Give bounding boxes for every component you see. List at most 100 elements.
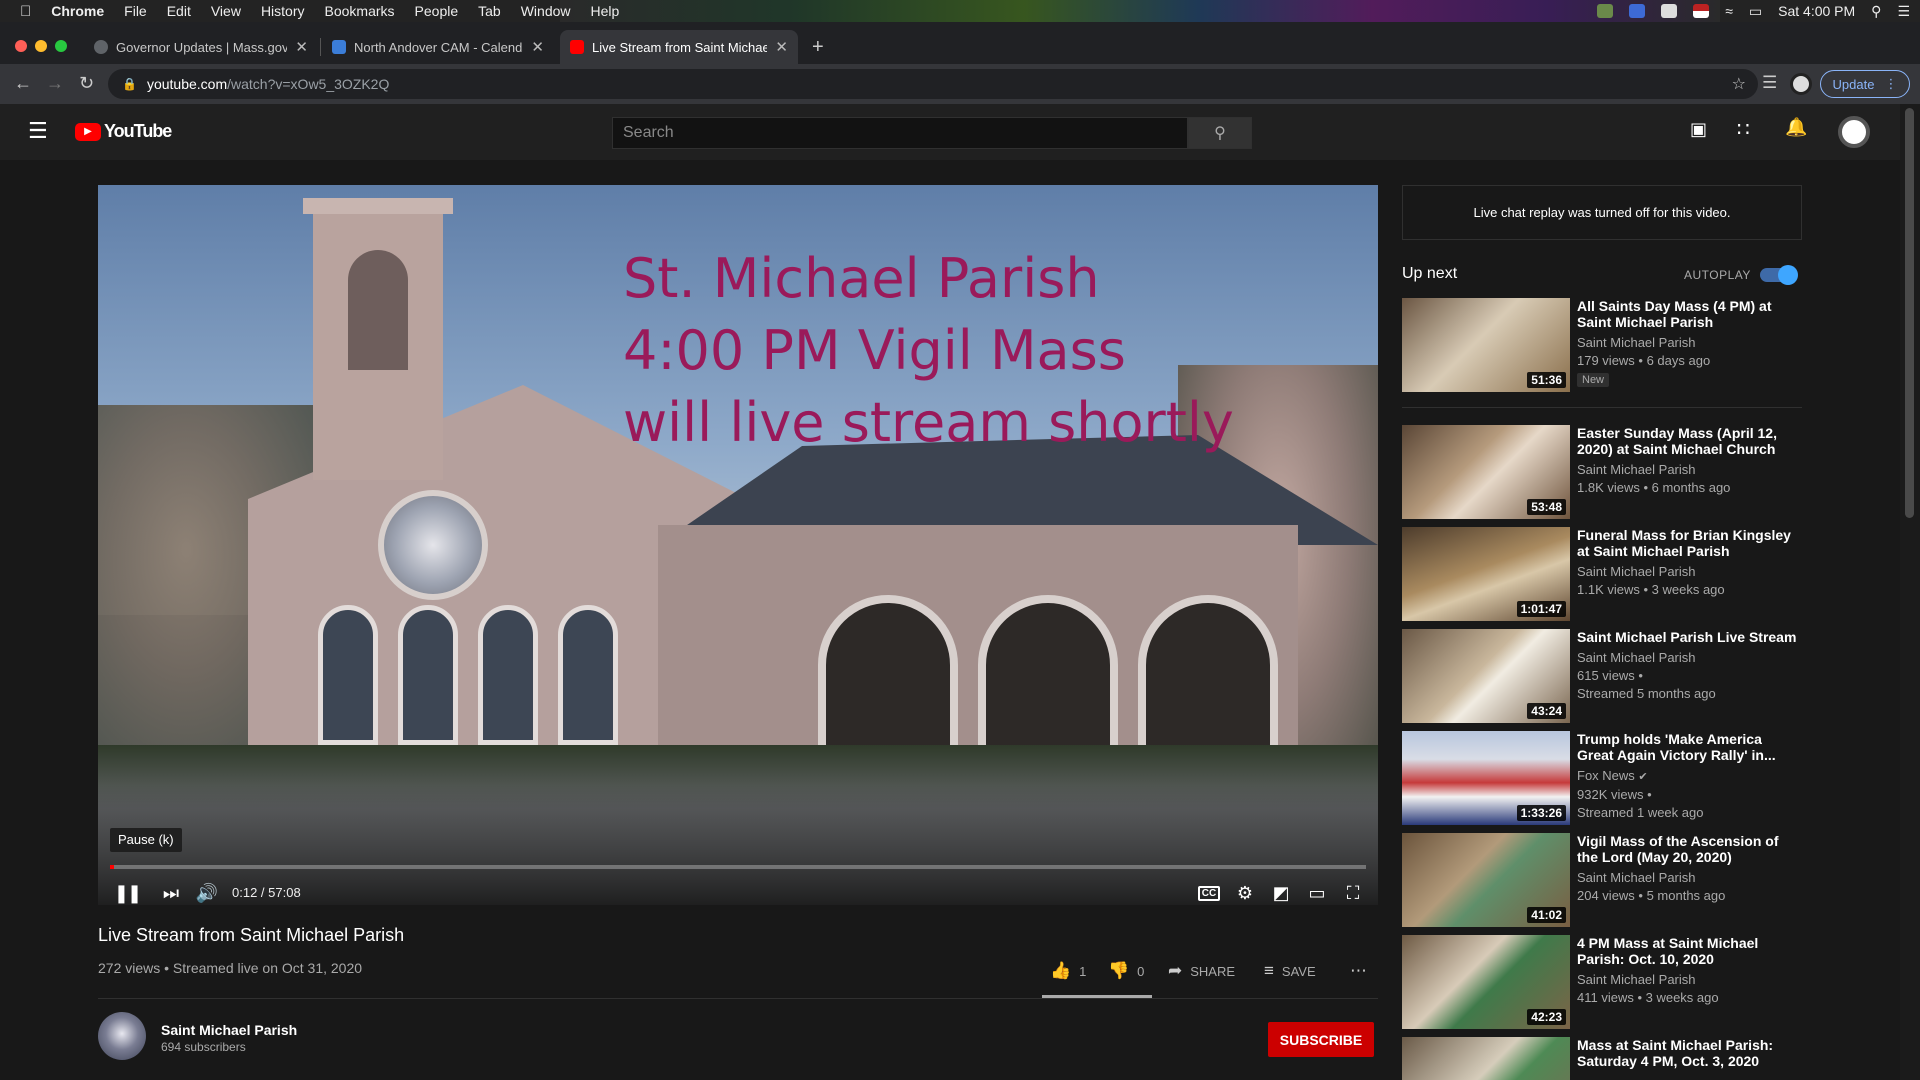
recommendation-title[interactable]: 4 PM Mass at Saint Michael Parish: Oct. … [1577, 935, 1799, 967]
menu-help[interactable]: Help [581, 3, 630, 19]
create-video-icon[interactable]: ▣ [1690, 119, 1707, 140]
tab-close-icon[interactable]: ✕ [531, 38, 544, 56]
recommendation-title[interactable]: Saint Michael Parish Live Stream [1577, 629, 1799, 645]
menu-edit[interactable]: Edit [157, 3, 201, 19]
share-button[interactable]: ➦ SHARE [1168, 960, 1235, 982]
progress-bar[interactable] [110, 865, 1366, 869]
tab-governor-updates[interactable]: Governor Updates | Mass.gov ✕ [84, 30, 318, 64]
recommendation-channel[interactable]: Saint Michael Parish [1577, 563, 1799, 581]
channel-avatar[interactable] [98, 1012, 146, 1060]
notifications-bell-icon[interactable]: 🔔 [1785, 117, 1807, 138]
window-zoom-button[interactable] [55, 40, 67, 52]
scrollbar-thumb[interactable] [1905, 108, 1914, 518]
lock-icon[interactable]: 🔒 [122, 77, 137, 91]
forward-arrow-icon[interactable]: → [46, 73, 64, 94]
spotlight-search-icon[interactable]: ⚲ [1871, 3, 1881, 20]
bookmark-star-icon[interactable]: ☆ [1732, 74, 1746, 94]
wifi-icon[interactable]: ≈ [1725, 3, 1733, 19]
recommendation-channel[interactable]: Saint Michael Parish [1577, 971, 1799, 989]
autoplay-toggle[interactable] [1760, 265, 1798, 285]
video-thumbnail[interactable]: 41:02 [1402, 833, 1570, 927]
recommendation-item[interactable]: 53:48 Easter Sunday Mass (April 12, 2020… [1402, 425, 1802, 521]
recommendation-channel[interactable]: Saint Michael Parish [1577, 334, 1799, 352]
tab-live-stream[interactable]: Live Stream from Saint Michae ✕ [560, 30, 798, 64]
status-zoom-icon[interactable] [1661, 4, 1678, 18]
status-chat-icon[interactable] [1629, 4, 1646, 18]
new-tab-plus-icon[interactable]: + [812, 36, 824, 59]
menu-people[interactable]: People [405, 3, 469, 19]
apps-grid-icon[interactable]: ∷ [1737, 117, 1750, 142]
recommendation-channel[interactable]: Saint Michael Parish [1577, 461, 1799, 479]
hamburger-menu-icon[interactable]: ☰ [28, 118, 48, 144]
pause-button[interactable]: ❚❚ [112, 878, 142, 905]
channel-name[interactable]: Saint Michael Parish [161, 1022, 297, 1038]
tab-close-icon[interactable]: ✕ [295, 38, 308, 56]
more-actions-button[interactable]: ⋯ [1350, 960, 1375, 982]
account-avatar[interactable] [1838, 116, 1870, 148]
recommendation-item[interactable]: 43:24 Saint Michael Parish Live Stream S… [1402, 629, 1802, 725]
profile-avatar[interactable] [1790, 73, 1812, 95]
recommendation-channel[interactable]: Fox News ✔ [1577, 767, 1799, 786]
video-thumbnail[interactable]: 1:33:26 [1402, 731, 1570, 825]
video-thumbnail[interactable]: 42:23 [1402, 935, 1570, 1029]
status-app-icon[interactable] [1597, 4, 1614, 18]
notification-center-icon[interactable]: ☰ [1897, 3, 1910, 20]
menu-bookmarks[interactable]: Bookmarks [315, 3, 405, 19]
update-button[interactable]: Update ⋮ [1820, 70, 1910, 98]
mute-button[interactable]: 🔊 [192, 878, 222, 905]
video-thumbnail[interactable]: 1:01:47 [1402, 527, 1570, 621]
overlay-line: will live stream shortly [623, 391, 1234, 454]
recommendation-channel[interactable]: Saint Michael Parish [1577, 869, 1799, 887]
settings-button[interactable]: ⚙ [1230, 878, 1260, 905]
like-button[interactable]: 👍 1 [1050, 960, 1086, 982]
menu-window[interactable]: Window [511, 3, 581, 19]
recommendation-item[interactable]: Mass at Saint Michael Parish: Saturday 4… [1402, 1037, 1802, 1080]
airplay-icon[interactable]: ▭ [1749, 3, 1762, 20]
recommendation-title[interactable]: Vigil Mass of the Ascension of the Lord … [1577, 833, 1799, 865]
recommendation-title[interactable]: Easter Sunday Mass (April 12, 2020) at S… [1577, 425, 1799, 457]
recommendation-item[interactable]: 42:23 4 PM Mass at Saint Michael Parish:… [1402, 935, 1802, 1031]
recommendation-item[interactable]: 1:01:47 Funeral Mass for Brian Kingsley … [1402, 527, 1802, 623]
video-player[interactable]: St. Michael Parish 4:00 PM Vigil Mass wi… [98, 185, 1378, 905]
video-thumbnail[interactable]: 53:48 [1402, 425, 1570, 519]
subscribe-button[interactable]: SUBSCRIBE [1268, 1022, 1374, 1057]
window-close-button[interactable] [15, 40, 27, 52]
address-bar[interactable]: 🔒 youtube.com/watch?v=xOw5_3OZK2Q ☆ [108, 69, 1758, 99]
search-input[interactable]: Search [612, 117, 1188, 149]
recommendation-item[interactable]: 1:33:26 Trump holds 'Make America Great … [1402, 731, 1802, 827]
menu-tab[interactable]: Tab [468, 3, 511, 19]
recommendation-title[interactable]: Mass at Saint Michael Parish: Saturday 4… [1577, 1037, 1799, 1069]
save-button[interactable]: ≡ SAVE [1264, 960, 1316, 982]
page-scrollbar[interactable] [1900, 104, 1920, 1080]
tab-close-icon[interactable]: ✕ [775, 38, 788, 56]
menu-view[interactable]: View [201, 3, 251, 19]
menu-clock[interactable]: Sat 4:00 PM [1778, 3, 1855, 19]
search-button[interactable]: ⚲ [1188, 117, 1252, 149]
recommendation-channel[interactable]: Saint Michael Parish [1577, 649, 1799, 667]
theater-mode-button[interactable]: ▭ [1302, 878, 1332, 905]
menu-history[interactable]: History [251, 3, 315, 19]
window-minimize-button[interactable] [35, 40, 47, 52]
recommendation-item[interactable]: 51:36 All Saints Day Mass (4 PM) at Sain… [1402, 298, 1802, 394]
menu-file[interactable]: File [114, 3, 157, 19]
miniplayer-button[interactable]: ◩ [1266, 878, 1296, 905]
flag-icon[interactable] [1693, 4, 1710, 18]
video-thumbnail[interactable] [1402, 1037, 1570, 1080]
recommendation-title[interactable]: Trump holds 'Make America Great Again Vi… [1577, 731, 1799, 763]
subtitles-button[interactable]: CC [1194, 878, 1224, 905]
apple-icon[interactable]:  [0, 3, 41, 20]
reload-icon[interactable]: ↻ [79, 73, 94, 94]
back-arrow-icon[interactable]: ← [14, 73, 32, 94]
youtube-logo[interactable]: ▶ YouTube [75, 121, 172, 142]
tab-north-andover-cam[interactable]: North Andover CAM - Calenda ✕ [322, 30, 554, 64]
video-thumbnail[interactable]: 51:36 [1402, 298, 1570, 392]
recommendation-title[interactable]: All Saints Day Mass (4 PM) at Saint Mich… [1577, 298, 1799, 330]
recommendation-title[interactable]: Funeral Mass for Brian Kingsley at Saint… [1577, 527, 1799, 559]
fullscreen-button[interactable]: ⛶ [1338, 878, 1368, 905]
dislike-button[interactable]: 👎 0 [1108, 960, 1144, 982]
menu-app-name[interactable]: Chrome [41, 3, 114, 19]
video-thumbnail[interactable]: 43:24 [1402, 629, 1570, 723]
reading-list-icon[interactable]: ☰ [1762, 73, 1777, 93]
next-button[interactable]: ⏭ [156, 878, 186, 905]
recommendation-item[interactable]: 41:02 Vigil Mass of the Ascension of the… [1402, 833, 1802, 929]
